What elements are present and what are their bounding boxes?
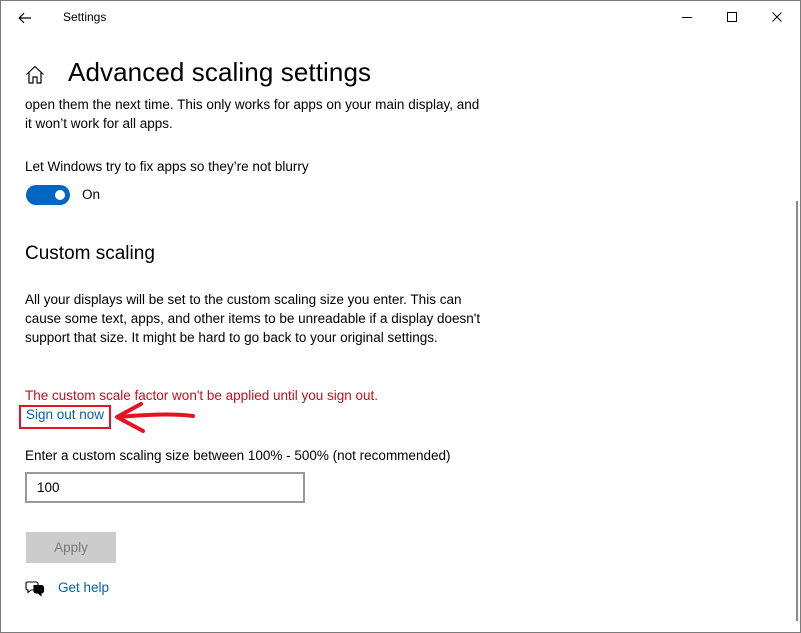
app-title: Settings [63,10,107,24]
custom-scale-input-label: Enter a custom scaling size between 100%… [25,448,451,463]
get-help-link[interactable]: Get help [58,580,109,595]
back-arrow-icon [18,12,31,24]
fix-apps-toggle[interactable] [26,185,70,205]
sign-out-warning: The custom scale factor won't be applied… [25,388,379,403]
close-icon [772,12,782,22]
apply-button[interactable]: Apply [26,532,116,563]
title-bar: Settings [1,1,800,35]
page-title: Advanced scaling settings [68,57,372,87]
maximize-button[interactable] [709,1,755,33]
back-button[interactable] [5,3,45,33]
toggle-state-label: On [82,187,101,202]
annotation-arrow-icon [115,402,195,433]
vertical-scrollbar[interactable] [796,201,798,621]
minimize-button[interactable] [664,1,710,33]
fix-apps-intro-text: open them the next time. This only works… [25,97,480,131]
home-button[interactable] [23,63,47,87]
close-button[interactable] [754,1,800,33]
custom-scaling-heading: Custom scaling [25,243,155,264]
home-icon [26,65,44,84]
sign-out-now-link[interactable]: Sign out now [26,407,104,422]
maximize-icon [727,12,737,22]
minimize-icon [682,17,692,18]
settings-window: Settings Advanced scaling settings open … [0,0,801,633]
toggle-knob [55,190,65,200]
chat-help-icon[interactable] [25,579,45,597]
fix-apps-label: Let Windows try to fix apps so they’re n… [25,159,309,174]
custom-scale-input[interactable] [25,472,305,503]
custom-scaling-description: All your displays will be set to the cus… [25,292,481,345]
